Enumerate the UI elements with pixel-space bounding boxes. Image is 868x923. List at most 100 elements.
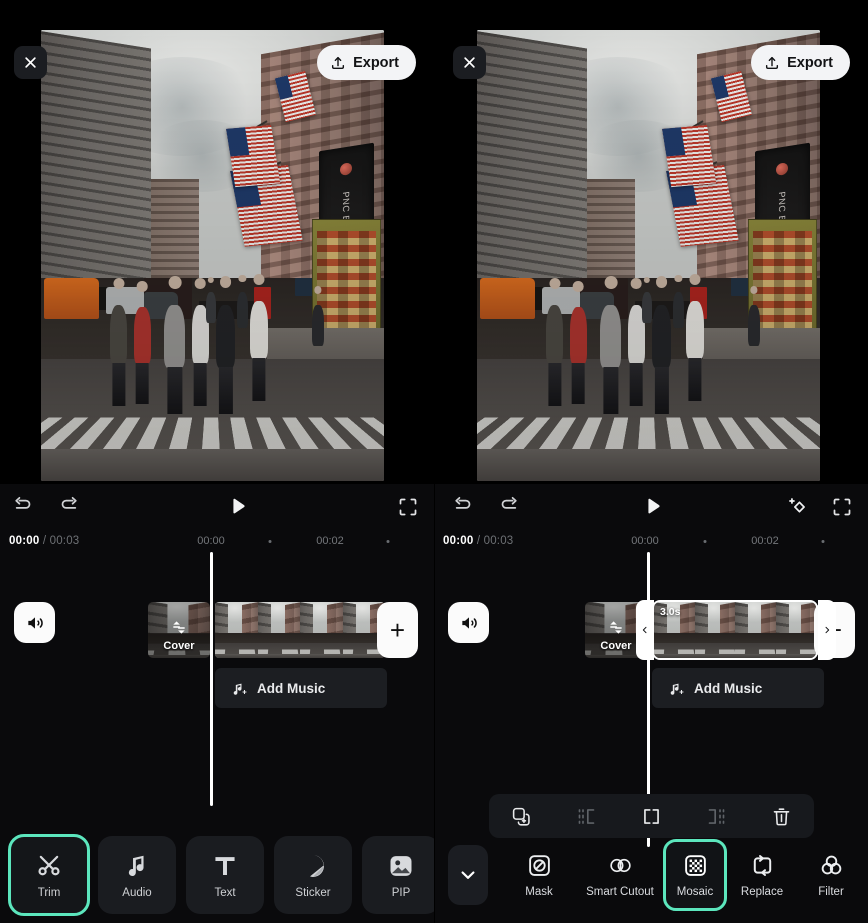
photo-tint xyxy=(41,30,384,481)
duplicate-icon xyxy=(511,806,532,827)
tool-label: Trim xyxy=(38,887,61,899)
redo-button[interactable] xyxy=(486,485,530,529)
tool-label: Mask xyxy=(525,886,552,898)
tool-replace[interactable]: Replace xyxy=(724,842,800,908)
playhead[interactable] xyxy=(210,552,213,806)
fullscreen-button[interactable] xyxy=(386,485,430,529)
ruler-dot xyxy=(822,540,825,543)
video-track-left[interactable]: Cover + xyxy=(0,602,434,658)
video-preview-left[interactable]: PNC BANK xyxy=(41,30,384,481)
scissors-icon xyxy=(35,852,63,880)
trim-end-button[interactable] xyxy=(694,796,740,836)
tool-label: PIP xyxy=(392,887,411,899)
smart-cutout-icon xyxy=(607,853,634,878)
clip-thumbnail-frame xyxy=(300,602,343,658)
trim-start-button[interactable] xyxy=(564,796,610,836)
music-note-icon xyxy=(123,852,151,880)
add-clip-button[interactable]: + xyxy=(377,602,418,658)
tool-label: Audio xyxy=(122,887,151,899)
video-preview-stage-right: PNC BANK xyxy=(434,0,868,484)
play-icon xyxy=(227,495,249,519)
tool-trim[interactable]: Trim xyxy=(10,836,88,914)
play-button[interactable] xyxy=(627,485,679,529)
play-icon xyxy=(642,495,664,519)
video-preview-right[interactable]: PNC BANK xyxy=(477,30,820,481)
tool-filter[interactable]: Filter xyxy=(800,842,862,908)
filter-icon xyxy=(819,853,844,878)
undo-button[interactable] xyxy=(2,485,46,529)
current-time: 00:00 xyxy=(443,535,473,547)
add-music-label: Add Music xyxy=(694,681,762,696)
video-clip-selected[interactable]: 3.0s xyxy=(652,600,818,660)
clip-thumbnail-frame xyxy=(215,602,258,658)
tool-pip[interactable]: PIP xyxy=(362,836,434,914)
timeline-right[interactable]: 00:00 / 00:03 00:00 00:02 Cover 3.0s Add… xyxy=(434,530,868,839)
tool-sticker[interactable]: Sticker xyxy=(274,836,352,914)
replace-icon xyxy=(750,853,775,878)
split-clip-button[interactable] xyxy=(629,796,675,836)
tool-text[interactable]: Text xyxy=(186,836,264,914)
redo-button[interactable] xyxy=(46,485,90,529)
sticker-icon xyxy=(299,852,327,880)
music-note-plus-icon xyxy=(668,680,685,697)
editor-panel-left: PNC BANK xyxy=(0,0,434,923)
upload-icon xyxy=(764,55,780,71)
preview-photo: PNC BANK xyxy=(41,30,384,481)
add-music-track[interactable]: Add Music xyxy=(652,668,824,708)
export-label: Export xyxy=(353,55,399,71)
total-time: 00:03 xyxy=(484,535,514,547)
mask-icon xyxy=(527,853,552,878)
tool-audio[interactable]: Audio xyxy=(98,836,176,914)
play-button[interactable] xyxy=(212,485,264,529)
chevron-down-icon xyxy=(458,865,478,885)
clip-thumbnail-frame xyxy=(735,602,776,658)
export-label: Export xyxy=(787,55,833,71)
add-keyframe-button[interactable] xyxy=(776,485,820,529)
text-t-icon xyxy=(211,852,239,880)
panel-divider xyxy=(434,0,435,923)
mosaic-icon xyxy=(683,853,708,878)
collapse-panel-button[interactable] xyxy=(448,845,488,905)
picture-in-picture-icon xyxy=(387,852,415,880)
editor-panel-right: PNC BANK xyxy=(434,0,868,923)
cover-label: Cover xyxy=(148,640,210,652)
bottom-toolbar-right: Mask Smart Cutout Mosaic Replace Filter xyxy=(434,827,868,923)
tool-mosaic[interactable]: Mosaic xyxy=(666,842,724,908)
current-time: 00:00 xyxy=(9,535,39,547)
close-button[interactable] xyxy=(453,46,486,79)
ruler-dot xyxy=(387,540,390,543)
video-track-right[interactable]: Cover 3.0s xyxy=(434,602,868,658)
tool-smart-cutout[interactable]: Smart Cutout xyxy=(574,842,666,908)
export-button[interactable]: Export xyxy=(317,45,416,80)
total-time: 00:03 xyxy=(50,535,80,547)
close-icon xyxy=(23,55,38,70)
trim-handle-right[interactable] xyxy=(818,600,836,660)
time-display: 00:00 / 00:03 xyxy=(443,535,513,547)
swap-icon xyxy=(608,619,625,636)
time-separator: / xyxy=(473,535,483,547)
preview-photo: PNC BANK xyxy=(477,30,820,481)
add-music-label: Add Music xyxy=(257,681,325,696)
timeline-left[interactable]: 00:00 / 00:03 00:00 00:02 Cover + Add Mu… xyxy=(0,530,434,839)
add-keyframe-icon xyxy=(787,496,809,518)
undo-button[interactable] xyxy=(442,485,486,529)
export-button[interactable]: Export xyxy=(751,45,850,80)
clip-duration-badge: 3.0s xyxy=(660,606,680,618)
close-button[interactable] xyxy=(14,46,47,79)
cover-thumbnail[interactable]: Cover xyxy=(148,602,210,658)
fullscreen-icon xyxy=(832,497,852,517)
timeline-ruler[interactable]: 00:00 / 00:03 00:00 00:02 xyxy=(434,530,868,556)
ruler-dot xyxy=(269,540,272,543)
video-clip[interactable] xyxy=(215,602,385,658)
redo-icon xyxy=(57,496,79,518)
timeline-ruler[interactable]: 00:00 / 00:03 00:00 00:02 xyxy=(0,530,434,556)
delete-clip-button[interactable] xyxy=(759,796,805,836)
add-music-track[interactable]: Add Music xyxy=(215,668,387,708)
fullscreen-button[interactable] xyxy=(820,485,864,529)
tool-label: Replace xyxy=(741,886,783,898)
trim-handle-left[interactable] xyxy=(636,600,654,660)
trim-start-icon xyxy=(576,806,597,827)
tool-mask[interactable]: Mask xyxy=(504,842,574,908)
duplicate-clip-button[interactable] xyxy=(499,796,545,836)
clip-thumbnail-frame xyxy=(695,602,736,658)
